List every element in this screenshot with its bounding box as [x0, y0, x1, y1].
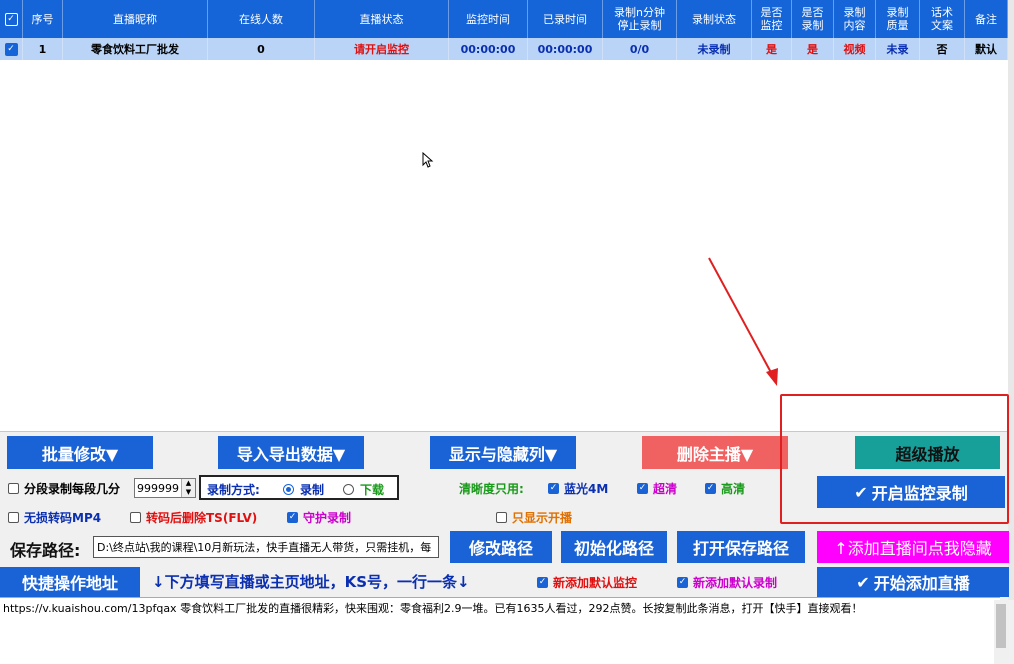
cell-recorded-time: 00:00:00 — [528, 38, 603, 60]
col-header-monitor-time[interactable]: 监控时间 — [449, 0, 528, 38]
col-header-stop-after[interactable]: 录制n分钟 停止录制 — [603, 0, 677, 38]
col-header-name[interactable]: 直播昵称 — [63, 0, 208, 38]
cell-is-monitor: 是 — [752, 38, 792, 60]
show-hide-columns-button[interactable]: 显示与隐藏列▼ — [430, 436, 576, 469]
cell-monitor-time: 00:00:00 — [449, 38, 528, 60]
select-all-checkbox[interactable]: ✓ — [0, 0, 23, 38]
col-header-is-record[interactable]: 是否 录制 — [792, 0, 834, 38]
hide-add-live-button[interactable]: ↑添加直播间点我隐藏 — [817, 531, 1009, 563]
cell-live-status: 请开启监控 — [315, 38, 449, 60]
table-body — [0, 60, 1008, 432]
col-header-script[interactable]: 话术 文案 — [920, 0, 965, 38]
import-export-button[interactable]: 导入导出数据▼ — [218, 436, 364, 469]
delete-anchor-button[interactable]: 删除主播▼ — [642, 436, 788, 469]
only-live-checkbox[interactable]: 只显示开播 — [496, 509, 572, 526]
segment-minutes-stepper[interactable]: 999999 ▲ ▼ — [134, 478, 196, 498]
col-header-recorded-time[interactable]: 已录时间 — [528, 0, 603, 38]
col-header-is-monitor[interactable]: 是否 监控 — [752, 0, 792, 38]
cell-index: 1 — [23, 38, 63, 60]
guard-record-checkbox[interactable]: ✓ 守护录制 — [287, 509, 351, 526]
cell-online: 0 — [208, 38, 315, 60]
table-header: ✓ 序号 直播昵称 在线人数 直播状态 监控时间 已录时间 录制n分钟 停止录制… — [0, 0, 1008, 38]
annotation-highlight-box — [780, 394, 1009, 524]
batch-edit-button[interactable]: 批量修改▼ — [7, 436, 153, 469]
blueray-checkbox[interactable]: ✓ 蓝光4M — [548, 480, 608, 497]
delete-ts-checkbox[interactable]: 转码后删除TS(FLV) — [130, 509, 257, 526]
modify-path-button[interactable]: 修改路径 — [450, 531, 552, 563]
record-mode-download-radio[interactable]: 下载 — [343, 481, 384, 498]
open-save-path-button[interactable]: 打开保存路径 — [677, 531, 805, 563]
annotation-arrow-icon — [708, 257, 778, 386]
quick-address-button[interactable]: 快捷操作地址 — [0, 567, 140, 597]
cell-note: 默认 — [965, 38, 1008, 60]
default-record-checkbox[interactable]: ✓ 新添加默认录制 — [677, 574, 777, 591]
scroll-thumb[interactable] — [996, 604, 1006, 648]
stepper-arrows-icon[interactable]: ▲ ▼ — [181, 479, 195, 497]
init-path-button[interactable]: 初始化路径 — [561, 531, 667, 563]
segment-record-option[interactable]: 分段录制每段几分 — [8, 480, 120, 497]
segment-record-checkbox[interactable] — [8, 483, 19, 494]
start-add-live-button[interactable]: ✔ 开始添加直播 — [817, 567, 1009, 597]
super-hd-checkbox[interactable]: ✓ 超清 — [637, 480, 677, 497]
save-path-input[interactable]: D:\终点站\我的课程\10月新玩法，快手直播无人带货，只需挂机，每 — [93, 536, 439, 558]
check-icon: ✔ — [856, 572, 870, 592]
hd-checkbox[interactable]: ✓ 高清 — [705, 480, 745, 497]
cell-content: 视频 — [834, 38, 876, 60]
record-mode-label: 录制方式: — [207, 483, 260, 497]
record-mode-group: 录制方式: 录制 下载 — [199, 475, 399, 500]
col-header-index[interactable]: 序号 — [23, 0, 63, 38]
quick-hint-text: ↓下方填写直播或主页地址，KS号，一行一条↓ — [152, 573, 470, 591]
segment-minutes-value: 999999 — [137, 481, 179, 495]
col-header-content[interactable]: 录制 内容 — [834, 0, 876, 38]
col-header-live-status[interactable]: 直播状态 — [315, 0, 449, 38]
cell-stop-after: 0/0 — [603, 38, 677, 60]
cell-quality: 未录 — [876, 38, 920, 60]
segment-record-label: 分段录制每段几分 — [24, 482, 121, 496]
save-path-label: 保存路径: — [10, 541, 81, 560]
col-header-online[interactable]: 在线人数 — [208, 0, 315, 38]
row-checkbox[interactable]: ✓ — [0, 38, 23, 60]
mouse-cursor-icon — [422, 152, 434, 168]
default-monitor-checkbox[interactable]: ✓ 新添加默认监控 — [537, 574, 637, 591]
cell-script: 否 — [920, 38, 965, 60]
table-row[interactable]: ✓ 1 零食饮料工厂批发 0 请开启监控 00:00:00 00:00:00 0… — [0, 38, 1008, 60]
cell-name: 零食饮料工厂批发 — [63, 38, 208, 60]
cell-record-status: 未录制 — [677, 38, 752, 60]
col-header-quality[interactable]: 录制 质量 — [876, 0, 920, 38]
lossless-mp4-checkbox[interactable]: 无损转码MP4 — [8, 509, 101, 526]
url-scrollbar[interactable] — [994, 600, 1008, 664]
url-input-area[interactable]: https://v.kuaishou.com/13pfqax 零食饮料工厂批发的… — [0, 597, 1000, 664]
col-header-note[interactable]: 备注 — [965, 0, 1008, 38]
record-mode-record-radio[interactable]: 录制 — [283, 481, 324, 498]
col-header-record-status[interactable]: 录制状态 — [677, 0, 752, 38]
cell-is-record: 是 — [792, 38, 834, 60]
clarity-label: 清晰度只用: — [459, 482, 524, 496]
